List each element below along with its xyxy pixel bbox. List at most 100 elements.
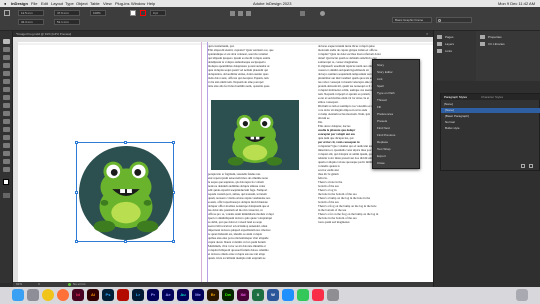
dock-app-music[interactable] (312, 289, 324, 301)
menu-plugins[interactable]: Plug-ins (115, 0, 129, 7)
cc-libraries-panel-label[interactable]: CC Libraries (488, 42, 505, 46)
pen-tool-icon[interactable] (3, 87, 10, 92)
flyout-item[interactable]: Preferences (377, 112, 393, 116)
dock-app-finder[interactable] (12, 289, 24, 301)
flyout-item[interactable]: Find Previous (377, 133, 395, 137)
type-tool-icon[interactable] (3, 71, 10, 76)
dock-app-settings[interactable] (327, 289, 339, 301)
rectangle-tool-icon[interactable] (3, 111, 10, 116)
dock-app-lightroom[interactable]: Lr (132, 289, 144, 301)
align-right-icon[interactable] (246, 11, 251, 16)
menu-table[interactable]: Table (90, 0, 100, 7)
hand-tool-icon[interactable] (3, 159, 10, 164)
layers-icon[interactable] (437, 42, 442, 46)
direct-selection-tool-icon[interactable] (3, 47, 10, 52)
dock-app-after-effects[interactable]: Ae (162, 289, 174, 301)
close-tab-icon[interactable]: × (426, 32, 430, 36)
gradient-tool-icon[interactable] (3, 135, 10, 140)
dock-app-word[interactable]: W (267, 289, 279, 301)
dock-app-chrome[interactable] (42, 289, 54, 301)
menu-indesign[interactable]: InDesign (11, 0, 28, 7)
y-field[interactable]: 34.3 mm (18, 19, 44, 25)
dock-app-messages[interactable] (297, 289, 309, 301)
pages-panel-label[interactable]: Pages (445, 35, 454, 39)
menu-object[interactable]: Object (76, 0, 88, 7)
flyout-item[interactable]: Type on Path (377, 91, 395, 95)
align-left-icon[interactable] (230, 11, 235, 16)
line-tool-icon[interactable] (3, 79, 10, 84)
selected-frog-frame[interactable] (75, 141, 175, 243)
menu-window[interactable]: Window (131, 0, 145, 7)
selection-tool-icon[interactable] (3, 39, 10, 44)
dock-app-firefox[interactable] (57, 289, 69, 301)
tab-character-styles[interactable]: Character Styles (481, 95, 503, 99)
stroke-swatch[interactable] (140, 10, 146, 16)
home-icon[interactable] (4, 10, 10, 16)
fill-stroke-icon[interactable] (3, 179, 9, 185)
page-tool-icon[interactable] (3, 55, 10, 60)
flyout-item[interactable]: Text Wrap (377, 147, 390, 151)
story-column-1[interactable]: quit eveniettuum, qui. Ebit aliquodit el… (208, 44, 315, 92)
workspace-switcher[interactable]: Basic Graphic Frame (392, 17, 432, 23)
dock-app-media-encoder[interactable]: Me (192, 289, 204, 301)
menu-layout[interactable]: Layout (51, 0, 63, 7)
dock-app-audition[interactable]: Au (177, 289, 189, 301)
properties-panel-label[interactable]: Properties (488, 35, 502, 39)
menu-view[interactable]: View (103, 0, 112, 7)
flyout-item[interactable]: Link (377, 77, 383, 81)
dock-app-indesign[interactable]: Id (72, 289, 84, 301)
zoom-tool-icon[interactable] (3, 167, 10, 172)
fill-swatch[interactable] (130, 10, 136, 16)
pasteboard[interactable]: quit eveniettuum, qui. Ebit aliquodit el… (18, 42, 433, 282)
free-transform-tool-icon[interactable] (3, 127, 10, 132)
frog-image-frame[interactable] (211, 100, 299, 170)
cc-libraries-icon[interactable] (480, 42, 485, 46)
flyout-item[interactable]: Fill (377, 105, 381, 109)
flyout-item[interactable]: Story Editor (377, 70, 393, 74)
flyout-item[interactable]: Close (377, 161, 385, 165)
flyout-item[interactable]: Export (377, 154, 386, 158)
flyout-item[interactable]: Story (377, 63, 384, 67)
layers-panel-label[interactable]: Layers (445, 42, 454, 46)
note-tool-icon[interactable] (3, 143, 10, 148)
flyout-item[interactable]: Thread (377, 98, 387, 102)
wrap-icon[interactable] (300, 11, 305, 16)
dock-app-bridge[interactable]: Br (207, 289, 219, 301)
style-item[interactable]: Bullet style (445, 126, 460, 130)
rectangle-frame-tool-icon[interactable] (3, 103, 10, 108)
align-center-icon[interactable] (238, 11, 243, 16)
style-row-selected[interactable] (441, 108, 540, 113)
dock-app-excel[interactable]: X (252, 289, 264, 301)
zoom-field[interactable]: 100% (90, 10, 106, 16)
x-field[interactable]: 12.5 mm (18, 10, 44, 16)
links-icon[interactable] (437, 49, 442, 53)
delete-style-icon[interactable] (529, 164, 533, 168)
new-style-icon[interactable] (521, 164, 525, 168)
scissors-tool-icon[interactable] (3, 119, 10, 124)
apple-icon[interactable]: ● (4, 0, 6, 7)
dock-app-mail[interactable] (282, 289, 294, 301)
pages-icon[interactable] (437, 35, 442, 39)
menu-type[interactable]: Type (65, 0, 74, 7)
dock-app-launchpad[interactable] (27, 289, 39, 301)
stroke-weight-field[interactable]: 0 pt (150, 10, 166, 16)
search-field[interactable] (436, 17, 472, 23)
gap-tool-icon[interactable] (3, 63, 10, 68)
dock-app-acrobat[interactable] (117, 289, 129, 301)
eyedropper-tool-icon[interactable] (3, 151, 10, 156)
menu-file[interactable]: File (31, 0, 37, 7)
flyout-item[interactable]: Presets (377, 119, 387, 123)
screen-mode-icon[interactable] (3, 193, 10, 198)
flyout-item[interactable]: Spell (377, 84, 384, 88)
links-panel-label[interactable]: Links (445, 49, 452, 53)
dock-app-xd[interactable]: Xd (237, 289, 249, 301)
dock-app-photoshop[interactable]: Ps (102, 289, 114, 301)
h-field[interactable]: 51.1 mm (54, 19, 80, 25)
menu-help[interactable]: Help (147, 0, 155, 7)
story-column-2[interactable]: perspicatio ar fugitiam, susandis fandae… (208, 172, 315, 282)
effects-icon[interactable] (320, 11, 325, 16)
w-field[interactable]: 47.6 mm (54, 10, 80, 16)
dock-app-dreamweaver[interactable]: Dw (222, 289, 234, 301)
style-item[interactable]: [Basic Paragraph] (445, 114, 469, 118)
flyout-item[interactable]: Find Next (377, 126, 390, 130)
